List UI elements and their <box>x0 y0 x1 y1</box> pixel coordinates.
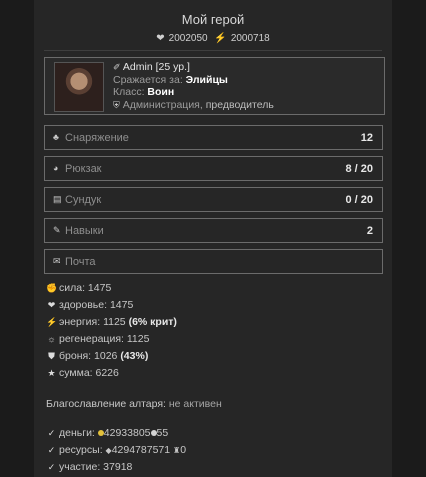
page-title: Мой герой <box>181 12 245 27</box>
check-icon: ✓ <box>47 428 56 438</box>
equipment-count: 12 <box>360 132 373 144</box>
guild-rank: предводитель <box>205 98 274 111</box>
check-icon: ✓ <box>47 462 56 472</box>
backpack-count: 8 / 20 <box>345 163 373 175</box>
sun-icon: ☼ <box>47 334 56 344</box>
hero-level: [25 ур.] <box>155 61 190 73</box>
avatar[interactable] <box>54 62 104 112</box>
equipment-label: Снаряжение <box>65 132 129 144</box>
participation-value: 37918 <box>103 461 133 473</box>
hero-name-line: ✐ Admin [25 ур.] <box>113 61 274 74</box>
check-icon: ✓ <box>47 445 56 455</box>
class-line: Класс: Воин <box>113 86 274 99</box>
skills-count: 2 <box>366 225 373 237</box>
hero-stats-line: ❤ 2002050 ⚡ 2000718 <box>34 33 392 44</box>
fights-for-value: Элийцы <box>185 73 228 86</box>
resource-extra: 0 <box>180 444 187 456</box>
backpack-icon: ◕ <box>53 163 59 173</box>
guild-line: ⛨ Администрация, предводитель <box>113 99 274 112</box>
hp-value: 2002050 <box>168 33 208 44</box>
fights-for-line: Сражается за: Элийцы <box>113 74 274 87</box>
gold-amount: 42933805 <box>103 427 151 439</box>
heart-icon: ❤ <box>47 300 56 310</box>
resource-amount: 4294787571 <box>111 444 171 456</box>
hero-name[interactable]: Admin <box>123 61 153 73</box>
backpack-button[interactable]: ◕ Рюкзак 8 / 20 <box>44 156 383 181</box>
star-icon: ★ <box>47 368 56 378</box>
attr-strength: ✊ сила: 1475 <box>46 282 112 294</box>
heart-icon: ❤ <box>156 33 165 44</box>
silver-amount: 55 <box>156 427 169 439</box>
participation-line: ✓ участие: 37918 <box>47 461 133 473</box>
lightning-icon: ⚡ <box>214 33 227 44</box>
armor-icon: ♣ <box>53 132 59 142</box>
fights-for-label: Сражается за: <box>113 73 183 86</box>
resources-line: ✓ ресурсы: ◆4294787571 ♜0 <box>47 444 187 456</box>
skills-label: Навыки <box>65 225 104 237</box>
mail-button[interactable]: ✉ Почта <box>44 249 383 274</box>
blessing-label: Благославление алтаря: <box>46 398 166 410</box>
backpack-label: Рюкзак <box>65 163 102 175</box>
fist-icon: ✊ <box>46 283 58 293</box>
chest-label: Сундук <box>65 194 102 206</box>
blessing-value: не активен <box>168 398 222 410</box>
equipment-button[interactable]: ♣ Снаряжение 12 <box>44 125 383 150</box>
attr-energy: ⚡ энергия: 1125 (6% крит) <box>46 316 177 328</box>
skills-button[interactable]: ✎ Навыки 2 <box>44 218 383 243</box>
energy-value: 2000718 <box>230 33 270 44</box>
sword-icon: ✐ <box>113 62 121 72</box>
divider <box>44 50 382 51</box>
attr-armor: ⛊ броня: 1026 (43%) <box>46 350 148 362</box>
guild-name[interactable]: Администрация, <box>123 99 203 111</box>
hero-panel: Мой герой ❤ 2002050 ⚡ 2000718 ✐ Admin [25 … <box>34 0 392 477</box>
attr-total: ★ сумма: 6226 <box>47 367 119 379</box>
chest-icon: ▤ <box>53 194 62 204</box>
class-value: Воин <box>147 86 175 98</box>
mail-label: Почта <box>65 256 96 268</box>
money-line: ✓ деньги: 42933805 55 <box>47 427 169 439</box>
hero-card[interactable]: ✐ Admin [25 ур.] Сражается за: Элийцы Кл… <box>44 57 385 115</box>
guild-icon: ⛨ <box>113 99 120 110</box>
attr-health: ❤ здоровье: 1475 <box>47 299 134 311</box>
skills-icon: ✎ <box>53 225 61 235</box>
shield-icon: ⛊ <box>48 351 55 361</box>
chest-button[interactable]: ▤ Сундук 0 / 20 <box>44 187 383 212</box>
altar-blessing: Благославление алтаря: не активен <box>46 398 222 410</box>
attr-regen: ☼ регенерация: 1125 <box>47 333 150 345</box>
mail-icon: ✉ <box>53 256 61 266</box>
lightning-icon: ⚡ <box>46 317 58 327</box>
class-label: Класс: <box>113 86 145 98</box>
chest-count: 0 / 20 <box>345 194 373 206</box>
